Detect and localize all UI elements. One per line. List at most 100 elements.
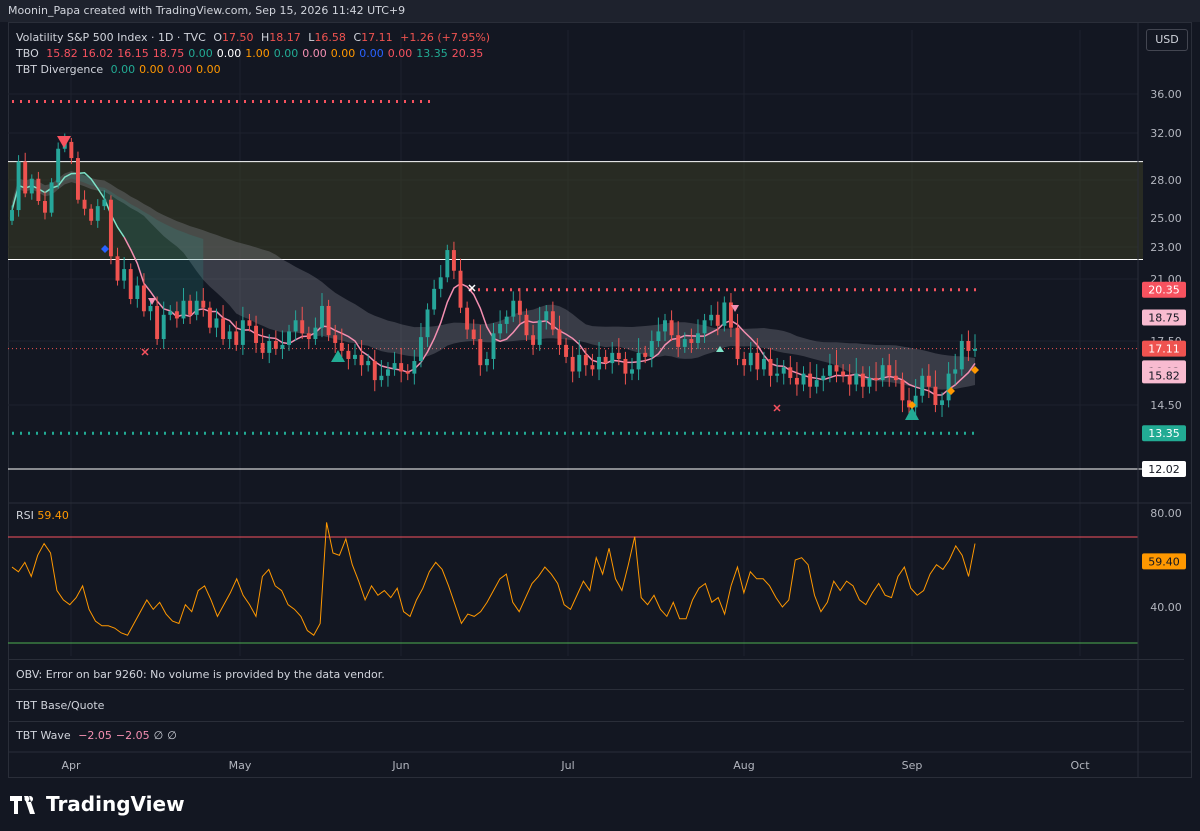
candle-body xyxy=(583,354,588,366)
candle-body xyxy=(946,373,951,401)
candle-body xyxy=(260,342,265,353)
tradingview-logo-icon xyxy=(10,796,35,814)
candle-body xyxy=(643,352,648,357)
candle-body xyxy=(353,354,357,359)
candle-body xyxy=(834,365,839,372)
candle-body xyxy=(161,314,166,340)
candle-body xyxy=(663,320,667,332)
tbo-label: TBO xyxy=(16,47,39,60)
candle-body xyxy=(333,335,338,343)
divergence-legend[interactable]: TBT Divergence 0.00 0.00 0.00 0.00 xyxy=(16,63,225,76)
candle-body xyxy=(841,371,846,376)
time-axis-label: Apr xyxy=(61,759,81,772)
candle-body xyxy=(267,341,272,353)
pane-divider[interactable] xyxy=(8,659,1184,660)
price-axis-label: 23.00 xyxy=(1150,241,1182,254)
currency-button[interactable]: USD xyxy=(1146,29,1188,51)
candle-body xyxy=(75,158,80,200)
candle-body xyxy=(511,300,516,317)
cross-marker-icon xyxy=(141,348,149,356)
candle-body xyxy=(194,300,199,315)
candle-body xyxy=(102,199,107,207)
obv-error: OBV: Error on bar 9260: No volume is pro… xyxy=(16,668,385,681)
candle-body xyxy=(590,365,595,370)
candle-body xyxy=(742,358,747,366)
candle-body xyxy=(920,375,925,396)
candle-body xyxy=(768,358,773,376)
candle-body xyxy=(821,375,826,381)
candle-body xyxy=(234,331,239,345)
candle-body xyxy=(221,318,226,340)
brand-name[interactable]: TradingView xyxy=(46,792,185,816)
candle-body xyxy=(300,320,305,334)
candle-body xyxy=(214,318,219,328)
candle-body xyxy=(478,339,483,366)
candle-body xyxy=(379,375,384,381)
tbo-value: 0.00 xyxy=(359,47,384,60)
candle-body xyxy=(484,358,489,366)
candle-body xyxy=(36,178,41,202)
tbo-legend[interactable]: TBO 15.82 16.02 16.15 18.75 0.00 0.00 1.00 0.00… xyxy=(16,47,487,60)
candle-body xyxy=(207,307,212,328)
candle-body xyxy=(537,320,542,345)
candle-body xyxy=(128,269,133,300)
candle-body xyxy=(623,358,628,374)
candle-body xyxy=(788,367,793,378)
candle-body xyxy=(801,373,806,385)
price-tag-label: 12.02 xyxy=(1148,463,1180,476)
candle-body xyxy=(240,320,245,345)
candle-body xyxy=(544,311,549,321)
candle-body xyxy=(386,369,390,376)
candle-body xyxy=(676,335,681,347)
candle-body xyxy=(425,309,430,338)
candle-body xyxy=(141,285,146,312)
pane-divider[interactable] xyxy=(8,689,1184,690)
candle-body xyxy=(23,161,28,194)
time-axis-label: Jul xyxy=(560,759,574,772)
time-axis-label: Aug xyxy=(733,759,754,772)
candle-body xyxy=(451,250,456,271)
chart-canvas[interactable]: Apr May Jun Jul Aug Sep Oct 36.00 32.00 28.00 25.0… xyxy=(0,0,1200,831)
candle-body xyxy=(491,333,496,359)
candle-body xyxy=(735,327,740,359)
candle-body xyxy=(781,367,786,374)
candle-body xyxy=(557,329,562,345)
candle-body xyxy=(326,305,331,336)
ohlc-change: +1.26 (+7.95%) xyxy=(400,31,491,44)
tbo-value: 16.02 xyxy=(81,47,114,60)
candle-body xyxy=(550,311,555,330)
rsi-legend[interactable]: RSI 59.40 xyxy=(16,509,69,522)
candle-body xyxy=(418,337,423,362)
tbo-value: 16.15 xyxy=(117,47,149,60)
price-tag-label: 20.35 xyxy=(1148,284,1180,297)
time-axis-label: Jun xyxy=(391,759,409,772)
rsi-axis-label: 40.00 xyxy=(1150,601,1182,614)
candle-body xyxy=(564,344,569,357)
candle-body xyxy=(339,342,344,351)
candle-body xyxy=(874,377,879,381)
candle-body xyxy=(313,327,318,340)
pane-divider[interactable] xyxy=(8,721,1184,722)
candle-body xyxy=(108,199,113,257)
candle-body xyxy=(372,361,377,381)
candle-body xyxy=(69,141,74,159)
candle-body xyxy=(122,269,127,281)
candle-body xyxy=(524,314,529,336)
candle-body xyxy=(293,320,298,332)
candle-body xyxy=(95,206,100,221)
candle-body xyxy=(366,361,371,366)
candle-body xyxy=(808,373,813,387)
candle-body xyxy=(715,314,720,326)
candle-body xyxy=(597,356,601,370)
candle-body xyxy=(438,277,443,289)
candle-body xyxy=(794,377,799,385)
candle-body xyxy=(56,148,61,183)
candle-body xyxy=(900,380,905,401)
tbo-value: 0.00 xyxy=(273,47,299,60)
symbol-name[interactable]: Volatility S&P 500 Index · 1D · TVC xyxy=(16,31,206,44)
buy-signal-triangle-icon xyxy=(331,350,345,362)
wave-legend[interactable]: TBT Wave −2.05 −2.05 ∅ ∅ xyxy=(16,729,177,742)
candle-body xyxy=(709,314,714,321)
candle-body xyxy=(498,323,503,334)
candle-body xyxy=(392,363,397,370)
